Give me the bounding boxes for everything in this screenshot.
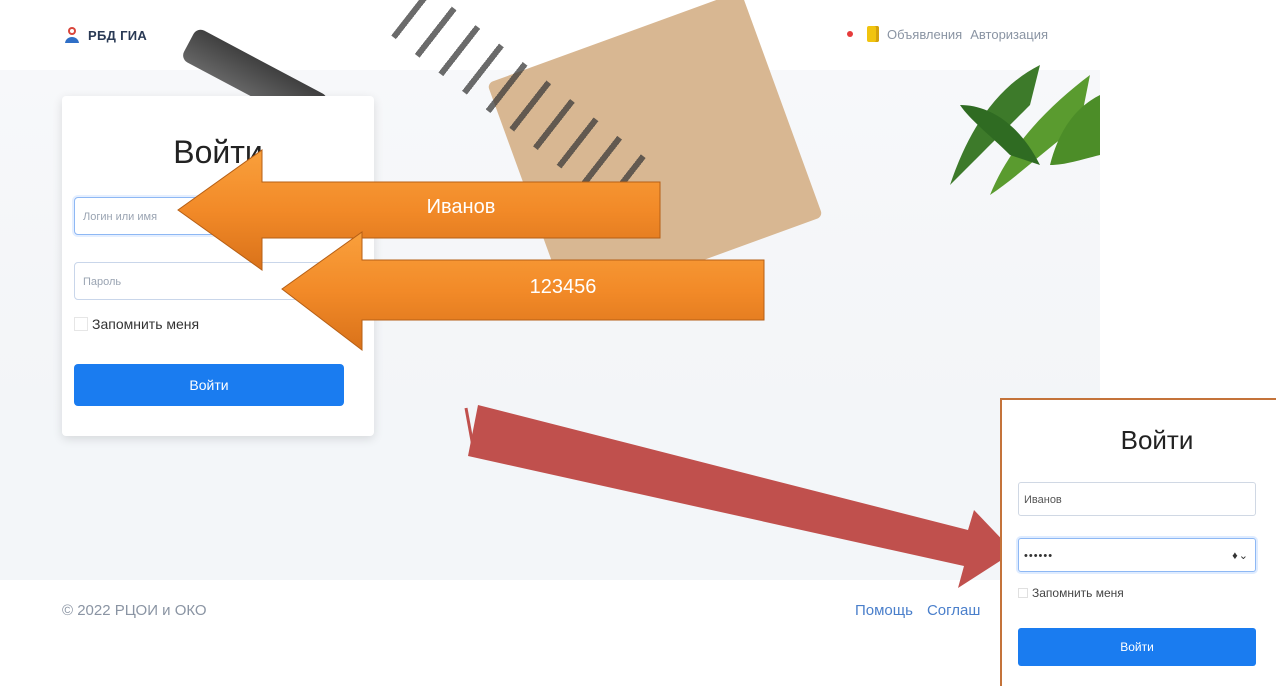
inset-password-value: ••••••	[1024, 550, 1054, 562]
top-nav: Объявления Авторизация	[847, 26, 1048, 42]
annotation-label-password: 123456	[529, 276, 597, 298]
annotation-label-login: Иванов	[426, 196, 496, 218]
footer-link-agreement[interactable]: Соглаш	[927, 602, 980, 619]
remember-checkbox[interactable]	[74, 317, 88, 331]
remember-label: Запомнить меня	[92, 316, 200, 332]
inset-login-submit-button[interactable]: Войти	[1018, 628, 1256, 666]
book-icon	[867, 26, 880, 42]
inset-remember-label: Запомнить меня	[1032, 586, 1124, 600]
nav-login-link[interactable]: Авторизация	[970, 27, 1048, 42]
browser-page: РБД ГИА Объявления Авторизация Войти Лог…	[0, 0, 1100, 632]
nav-announcements-link[interactable]: Объявления	[887, 27, 962, 42]
login-card: Войти Логин или имя Пароль Запомнить мен…	[62, 96, 374, 436]
inset-remember-checkbox[interactable]	[1018, 588, 1028, 598]
inset-login-title: Войти	[1120, 425, 1194, 455]
password-input[interactable]: Пароль	[74, 262, 344, 300]
inset-password-input[interactable]: •••••• ♦⌄	[1018, 538, 1256, 572]
plant-image	[950, 65, 1100, 195]
zoom-inset: Войти Иванов •••••• ♦⌄ Запомнить меня Во…	[1000, 398, 1276, 686]
login-submit-button[interactable]: Войти	[74, 364, 344, 406]
login-title: Войти	[173, 134, 263, 170]
footer-link-help[interactable]: Помощь	[855, 602, 913, 619]
password-toggle-icon[interactable]: ♦⌄	[1232, 539, 1249, 573]
brand-logo-icon	[62, 25, 82, 45]
notification-dot-icon	[847, 31, 854, 37]
copyright-text: © 2022 РЦОИ и ОКО	[62, 602, 207, 619]
remember-me[interactable]: Запомнить меня	[74, 316, 199, 332]
brand[interactable]: РБД ГИА	[62, 25, 147, 45]
brand-name: РБД ГИА	[88, 27, 148, 43]
footer-links: Помощь Соглаш	[855, 602, 980, 619]
inset-login-input[interactable]: Иванов	[1018, 482, 1256, 516]
inset-remember-me[interactable]: Запомнить меня	[1018, 586, 1124, 600]
footer: © 2022 РЦОИ и ОКО Помощь Соглаш	[0, 580, 1100, 632]
